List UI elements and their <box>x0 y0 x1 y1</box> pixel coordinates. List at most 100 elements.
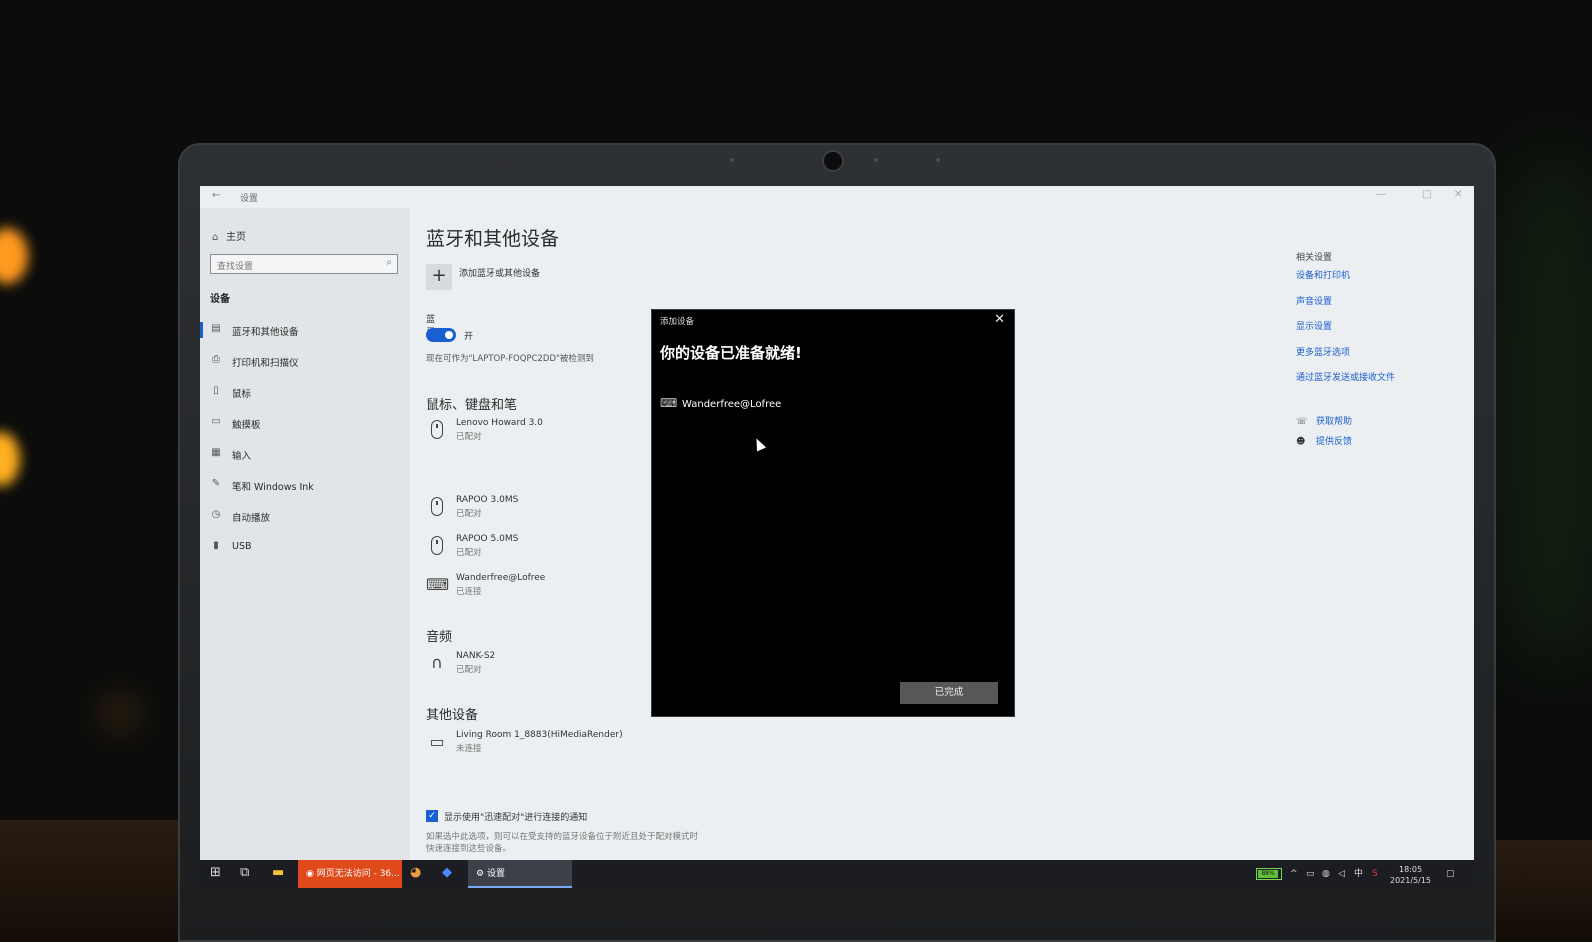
device-status: 已配对 <box>456 509 482 519</box>
sidebar-item-printers[interactable]: ⎙ 打印机和扫描仪 <box>200 349 410 373</box>
volume-icon[interactable]: ◁ <box>1338 860 1345 888</box>
device-item[interactable]: ∩ NANK-S2 已配对 <box>426 651 646 681</box>
headphones-icon: ∩ <box>431 653 443 672</box>
sidebar-item-label: 输入 <box>232 451 252 462</box>
bluetooth-state: 开 <box>464 332 474 342</box>
antivirus-icon[interactable]: S <box>1372 860 1378 888</box>
back-arrow-icon[interactable]: ← <box>212 190 220 201</box>
file-explorer-icon[interactable]: ▬ <box>272 865 284 880</box>
usb-icon: ▮ <box>213 540 219 551</box>
pen-icon: ✎ <box>211 478 221 489</box>
bezel-sensor <box>874 158 878 162</box>
ime-indicator[interactable]: 中 <box>1354 860 1363 888</box>
battery-indicator[interactable]: 88% <box>1256 868 1282 880</box>
device-status: 已配对 <box>456 432 482 442</box>
device-item[interactable]: RAPOO 5.0MS 已配对 <box>426 534 646 564</box>
bluetooth-toggle[interactable] <box>426 328 456 342</box>
device-name: Lenovo Howard 3.0 <box>456 418 543 428</box>
get-help-link[interactable]: ☏ 获取帮助 <box>1296 414 1352 427</box>
device-item[interactable]: ⌨ Wanderfree@Lofree 已连接 <box>426 573 646 603</box>
sidebar-item-input[interactable]: ▦ 输入 <box>200 442 410 466</box>
sidebar-item-mouse[interactable]: ▯ 鼠标 <box>200 380 410 404</box>
device-name: Wanderfree@Lofree <box>456 573 546 583</box>
search-placeholder: 查找设置 <box>217 262 254 272</box>
home-icon: ⌂ <box>212 232 219 243</box>
search-input[interactable]: 查找设置 ⌕ <box>210 254 398 274</box>
link-sound-settings[interactable]: 声音设置 <box>1296 294 1332 307</box>
swift-pair-hint: 如果选中此选项，则可以在受支持的蓝牙设备位于附近且处于配对模式时 <box>426 832 699 842</box>
touchpad-icon: ▭ <box>211 416 221 427</box>
dialog-title: 添加设备 <box>660 317 695 327</box>
sidebar-item-pen[interactable]: ✎ 笔和 Windows Ink <box>200 473 410 497</box>
help-icon: ☏ <box>1296 417 1308 427</box>
settings-task-label: 设置 <box>486 869 505 879</box>
sidebar-item-label: 触摸板 <box>232 420 261 431</box>
device-item[interactable]: RAPOO 3.0MS 已配对 <box>426 495 646 525</box>
sidebar-item-label: 自动播放 <box>232 513 271 524</box>
background-bokeh-light <box>96 690 144 738</box>
clock-date: 2021/5/15 <box>1390 876 1432 885</box>
autoplay-icon: ◷ <box>211 509 221 520</box>
sidebar-item-touchpad[interactable]: ▭ 触摸板 <box>200 411 410 435</box>
sidebar-item-autoplay[interactable]: ◷ 自动播放 <box>200 504 410 528</box>
feedback-link[interactable]: ☻ 提供反馈 <box>1296 434 1352 447</box>
windows-start-icon[interactable]: ⊞ <box>210 865 221 880</box>
keyboard-icon: ⌨ <box>426 575 450 594</box>
group-title-input: 鼠标、键盘和笔 <box>426 398 518 413</box>
taskbar: ⊞ ⧉ ▬ ◉ 网页无法访问 - 36... ◕ ◆ ⚙ 设置 88% ^ ▭ … <box>200 860 1474 888</box>
device-status: 未连接 <box>456 744 482 754</box>
link-bluetooth-file-transfer[interactable]: 通过蓝牙发送或接收文件 <box>1296 370 1395 383</box>
device-status: 已配对 <box>456 665 482 675</box>
taskbar-settings-task[interactable]: ⚙ 设置 <box>468 860 572 888</box>
sidebar-item-label: 打印机和扫描仪 <box>232 358 299 369</box>
minimize-icon[interactable]: — <box>1376 189 1386 200</box>
battery-icon[interactable]: ▭ <box>1306 860 1315 888</box>
checkmark-icon: ✓ <box>428 811 436 821</box>
add-device-label[interactable]: 添加蓝牙或其他设备 <box>459 266 540 279</box>
desk-surface <box>0 820 190 942</box>
link-display-settings[interactable]: 显示设置 <box>1296 319 1332 332</box>
page-title: 蓝牙和其他设备 <box>426 228 560 250</box>
mouse-icon: ▯ <box>213 385 219 396</box>
printer-icon: ⎙ <box>212 354 220 365</box>
browser-task-label: 网页无法访问 - 36... <box>316 869 400 879</box>
plus-icon: + <box>431 265 447 286</box>
window-titlebar: ← 设置 — □ ✕ <box>200 186 1474 208</box>
taskbar-browser-task[interactable]: ◉ 网页无法访问 - 36... <box>298 860 402 888</box>
sidebar-home-label: 主页 <box>226 232 246 243</box>
task-view-icon[interactable]: ⧉ <box>240 865 249 880</box>
browser-icon: ◉ <box>306 869 317 879</box>
background-glow <box>1500 150 1592 670</box>
chevron-up-icon[interactable]: ^ <box>1290 860 1298 888</box>
sidebar-item-usb[interactable]: ▮ USB <box>200 535 410 559</box>
network-icon[interactable]: ◍ <box>1322 860 1330 888</box>
device-name: Living Room 1_8883(HiMediaRender) <box>456 730 623 740</box>
device-item[interactable]: Lenovo Howard 3.0 已配对 <box>426 418 646 448</box>
device-item[interactable]: ▭ Living Room 1_8883(HiMediaRender) 未连接 <box>426 730 646 760</box>
swift-pair-hint: 快速连接到这些设备。 <box>426 844 512 854</box>
device-status: 已连接 <box>456 587 482 597</box>
clock-time: 18:05 <box>1398 865 1423 874</box>
close-icon[interactable]: ✕ <box>994 312 1005 327</box>
link-devices-printers[interactable]: 设备和打印机 <box>1296 268 1350 281</box>
sidebar-item-bluetooth[interactable]: ▤ 蓝牙和其他设备 <box>200 318 410 342</box>
link-more-bluetooth[interactable]: 更多蓝牙选项 <box>1296 345 1350 358</box>
device-name: RAPOO 5.0MS <box>456 534 519 544</box>
keyboard-icon: ▦ <box>211 447 221 458</box>
background-bokeh-light <box>0 432 20 486</box>
sidebar-item-label: 鼠标 <box>232 389 252 400</box>
close-icon[interactable]: ✕ <box>1454 189 1462 200</box>
add-device-dialog: 添加设备 ✕ 你的设备已准备就绪! ⌨ Wanderfree@Lofree 已完成 <box>651 309 1015 717</box>
feedback-icon: ☻ <box>1296 437 1306 447</box>
maximize-icon[interactable]: □ <box>1422 189 1431 200</box>
notification-icon[interactable]: ▢ <box>1446 860 1455 888</box>
sidebar-home[interactable]: ⌂ 主页 <box>212 228 246 243</box>
add-device-button[interactable]: + <box>426 264 452 290</box>
taskbar-clock[interactable]: 18:05 2021/5/15 <box>1390 864 1431 886</box>
swift-pair-checkbox[interactable]: ✓ <box>426 810 438 822</box>
app-icon[interactable]: ◆ <box>442 865 452 880</box>
done-button[interactable]: 已完成 <box>900 682 998 704</box>
bluetooth-devices-icon: ▤ <box>211 323 221 334</box>
chrome-icon[interactable]: ◕ <box>410 865 421 880</box>
device-status: 已配对 <box>456 548 482 558</box>
